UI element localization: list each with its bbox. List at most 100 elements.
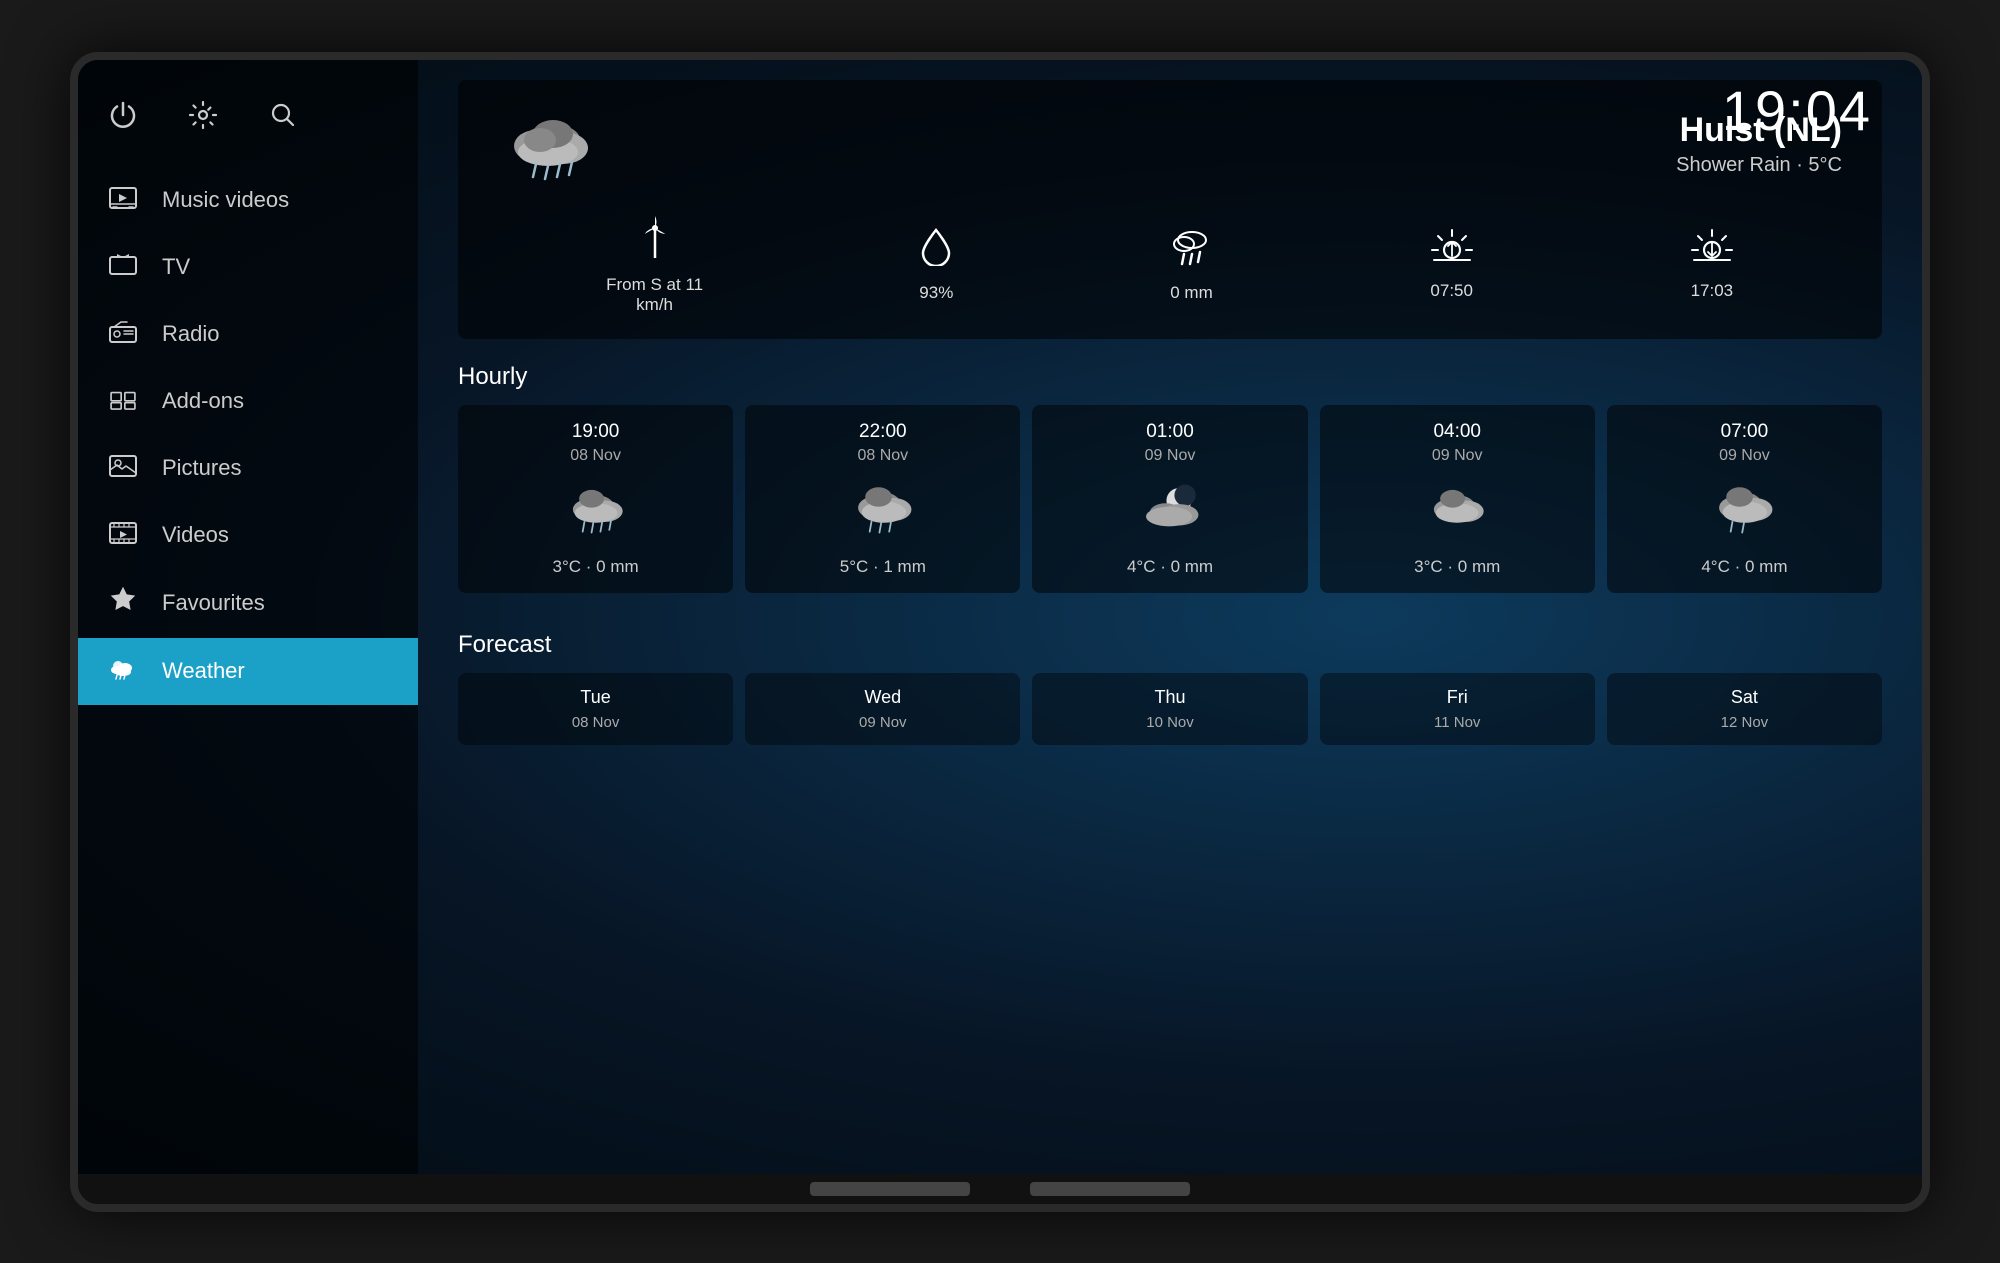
hourly-temp-2: 4°C · 0 mm — [1127, 557, 1213, 577]
sidebar-item-videos[interactable]: Videos — [78, 502, 418, 569]
forecast-day-0: Tue — [580, 687, 610, 708]
hourly-date-0: 08 Nov — [570, 447, 621, 465]
weather-description: Shower Rain · 5°C — [1676, 154, 1842, 177]
addons-label: Add-ons — [162, 388, 244, 414]
sidebar-item-weather[interactable]: Weather — [78, 638, 418, 705]
current-weather-top: Hulst (NL) Shower Rain · 5°C — [498, 104, 1842, 184]
forecast-day-4: Sat — [1731, 687, 1758, 708]
sidebar-item-favourites[interactable]: Favourites — [78, 569, 418, 638]
forecast-cards: Tue 08 Nov Wed 09 Nov Thu 10 Nov Fri 11 … — [458, 673, 1882, 745]
hourly-temp-1: 5°C · 1 mm — [840, 557, 926, 577]
hourly-card-3[interactable]: 04:00 09 Nov 3°C · 0 mm — [1320, 405, 1595, 593]
forecast-card-1[interactable]: Wed 09 Nov — [745, 673, 1020, 745]
sidebar-item-pictures[interactable]: Pictures — [78, 435, 418, 502]
screen: 19:04 — [78, 60, 1922, 1174]
weather-icon — [106, 656, 140, 687]
sidebar-item-music-videos[interactable]: Music videos — [78, 167, 418, 234]
forecast-section: Forecast Tue 08 Nov Wed 09 Nov Thu 10 No… — [458, 631, 1882, 745]
sunrise-detail: 07:50 — [1430, 228, 1474, 301]
forecast-card-3[interactable]: Fri 11 Nov — [1320, 673, 1595, 745]
hourly-icon-3 — [1417, 481, 1497, 541]
clock: 19:04 — [1722, 78, 1872, 143]
hourly-date-2: 09 Nov — [1145, 447, 1196, 465]
weather-label: Weather — [162, 658, 245, 684]
wind-icon — [636, 214, 674, 267]
sidebar: Music videos TV — [78, 60, 418, 1174]
sidebar-toolbar — [78, 80, 418, 167]
sunset-detail: 17:03 — [1690, 228, 1734, 301]
videos-label: Videos — [162, 522, 229, 548]
power-button[interactable] — [108, 100, 138, 137]
humidity-text: 93% — [919, 283, 953, 303]
hourly-time-1: 22:00 — [859, 421, 907, 443]
hourly-date-1: 08 Nov — [857, 447, 908, 465]
hourly-date-3: 09 Nov — [1432, 447, 1483, 465]
forecast-date-0: 08 Nov — [572, 714, 620, 731]
wind-text: From S at 11 km/h — [606, 275, 703, 315]
rain-icon — [1170, 226, 1214, 275]
settings-button[interactable] — [188, 100, 218, 137]
humidity-detail: 93% — [919, 226, 953, 303]
hourly-cards: 19:00 08 Nov — [458, 405, 1882, 593]
hourly-card-2[interactable]: 01:00 09 Nov 4°C · 0 — [1032, 405, 1307, 593]
music-videos-label: Music videos — [162, 187, 289, 213]
sunset-text: 17:03 — [1691, 281, 1734, 301]
music-videos-icon — [106, 185, 140, 216]
current-weather-icon — [498, 104, 608, 184]
radio-label: Radio — [162, 321, 219, 347]
device-frame: 19:04 — [70, 52, 1930, 1212]
search-button[interactable] — [268, 100, 298, 137]
videos-icon — [106, 520, 140, 551]
forecast-day-2: Thu — [1154, 687, 1185, 708]
sunset-icon — [1690, 228, 1734, 273]
forecast-card-0[interactable]: Tue 08 Nov — [458, 673, 733, 745]
wind-detail: From S at 11 km/h — [606, 214, 703, 315]
forecast-day-1: Wed — [864, 687, 901, 708]
pictures-icon — [106, 453, 140, 484]
radio-icon — [106, 319, 140, 350]
hourly-time-4: 07:00 — [1721, 421, 1769, 443]
connector-left — [810, 1182, 970, 1196]
hourly-temp-3: 3°C · 0 mm — [1414, 557, 1500, 577]
hourly-icon-0 — [556, 481, 636, 541]
connector-right — [1030, 1182, 1190, 1196]
favourites-label: Favourites — [162, 590, 265, 616]
humidity-icon — [920, 226, 952, 275]
favourites-icon — [106, 587, 140, 620]
forecast-date-2: 10 Nov — [1146, 714, 1194, 731]
forecast-card-2[interactable]: Thu 10 Nov — [1032, 673, 1307, 745]
sidebar-item-tv[interactable]: TV — [78, 234, 418, 301]
bottom-bar — [78, 1174, 1922, 1204]
hourly-title: Hourly — [458, 363, 1882, 391]
hourly-time-2: 01:00 — [1146, 421, 1194, 443]
forecast-date-1: 09 Nov — [859, 714, 907, 731]
forecast-card-4[interactable]: Sat 12 Nov — [1607, 673, 1882, 745]
main-content: Hulst (NL) Shower Rain · 5°C — [418, 60, 1922, 1174]
hourly-icon-4 — [1704, 481, 1784, 541]
tv-label: TV — [162, 254, 190, 280]
hourly-temp-4: 4°C · 0 mm — [1701, 557, 1787, 577]
hourly-card-4[interactable]: 07:00 09 Nov — [1607, 405, 1882, 593]
hourly-section: Hourly 19:00 08 Nov — [458, 363, 1882, 593]
forecast-title: Forecast — [458, 631, 1882, 659]
sidebar-item-addons[interactable]: Add-ons — [78, 368, 418, 435]
current-weather-card: Hulst (NL) Shower Rain · 5°C — [458, 80, 1882, 339]
sunrise-icon — [1430, 228, 1474, 273]
hourly-time-3: 04:00 — [1433, 421, 1481, 443]
pictures-label: Pictures — [162, 455, 241, 481]
tv-icon — [106, 252, 140, 283]
forecast-date-4: 12 Nov — [1721, 714, 1769, 731]
current-weather-details: From S at 11 km/h 93% — [498, 214, 1842, 315]
forecast-date-3: 11 Nov — [1434, 714, 1480, 731]
rain-text: 0 mm — [1170, 283, 1213, 303]
sidebar-item-radio[interactable]: Radio — [78, 301, 418, 368]
rain-detail: 0 mm — [1170, 226, 1214, 303]
hourly-temp-0: 3°C · 0 mm — [553, 557, 639, 577]
hourly-icon-1 — [843, 481, 923, 541]
hourly-card-0[interactable]: 19:00 08 Nov — [458, 405, 733, 593]
addons-icon — [106, 386, 140, 417]
hourly-date-4: 09 Nov — [1719, 447, 1770, 465]
forecast-day-3: Fri — [1447, 687, 1468, 708]
hourly-card-1[interactable]: 22:00 08 Nov — [745, 405, 1020, 593]
hourly-icon-2 — [1130, 481, 1210, 541]
